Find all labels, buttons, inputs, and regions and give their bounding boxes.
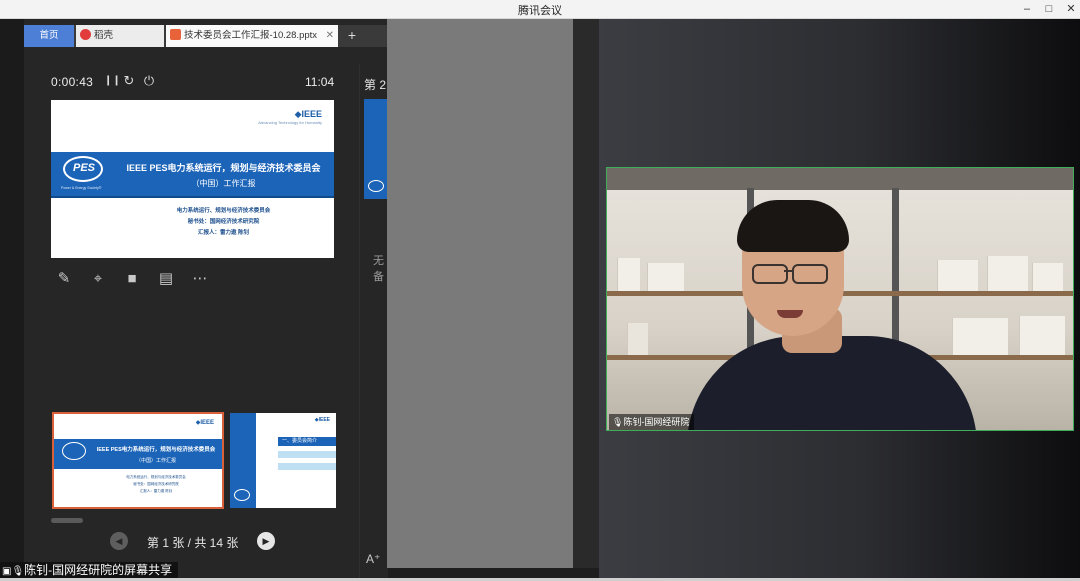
shelf-item (627, 323, 648, 355)
shelf-item (937, 260, 978, 291)
thumb2-ieee-logo: ◆IEEE (314, 417, 330, 423)
prev-slide-button[interactable]: ◀ (110, 532, 128, 550)
screen-share-text: 陈钊-国网经研院的屏幕共享 (24, 563, 173, 577)
window-titlebar: 腾讯会议 – □ ✕ (0, 0, 1080, 19)
restart-icon[interactable]: ↻ (122, 73, 136, 89)
more-icon[interactable]: ⋯ (190, 269, 210, 289)
close-button[interactable]: ✕ (1060, 0, 1080, 18)
thumb2-pes-logo (234, 489, 250, 501)
tab-home[interactable]: 首页 (24, 25, 74, 47)
tab-pptx[interactable]: 技术委员会工作汇报-10.28.pptx ✕ (166, 25, 338, 47)
shelf-item (987, 256, 1028, 291)
slide-thumbnail-2[interactable]: ◆IEEE 一、委员会简介 (230, 413, 336, 508)
ieee-logo-sub: Advancing Technology for Humanity (258, 120, 322, 125)
participant-name: 陈钊-国网经研院 (623, 417, 690, 427)
slide-subtitle-1: 电力系统运行、规划与经济技术委员会 (176, 208, 271, 214)
tab-close-icon[interactable]: ✕ (326, 25, 334, 47)
glasses-right-lens (792, 264, 828, 284)
shelf-item (647, 263, 684, 291)
thumb-sub2: 秘书处：国网经济技术研究院 (133, 482, 179, 486)
thumb-sub3: 汇报人：雷力遨 陈钊 (139, 489, 173, 493)
pes-logo-text: PES (73, 162, 96, 174)
shelf-item (617, 258, 640, 291)
slide-counter: 第 1 张 / 共 14 张 (147, 536, 239, 550)
next-slide-label: 第 2 (364, 78, 387, 92)
participant-video[interactable]: 🎙陈钊-国网经研院 (606, 167, 1074, 431)
elapsed-timer: 0:00:43 (51, 75, 94, 89)
shared-presenter-view: 首页 稻壳 技术委员会工作汇报-10.28.pptx ✕ + 0:00:43 ❙… (24, 19, 388, 579)
slide-title-line2: （中国）工作汇报 (191, 179, 256, 188)
thumb-title-line1: IEEE PES电力系统运行，规划与经济技术委员会 (96, 447, 216, 453)
shelf-item (1032, 263, 1063, 291)
next-slide-button[interactable]: ▶ (257, 532, 275, 550)
window-title: 腾讯会议 (518, 5, 562, 17)
current-slide: ◆IEEE Advancing Technology for Humanity … (51, 100, 334, 258)
comment-icon[interactable]: ▤ (156, 269, 176, 289)
shelf-item (952, 318, 1008, 355)
ieee-logo: ◆IEEE (294, 109, 322, 119)
left-margin (0, 19, 24, 579)
participant-name-tag: 🎙陈钊-国网经研院 (609, 414, 695, 430)
minimize-button[interactable]: – (1016, 0, 1038, 18)
clock: 11:04 (305, 75, 335, 89)
next-slide-pes-logo (368, 180, 384, 192)
slide-band-divider (51, 196, 334, 198)
glasses-bridge (784, 270, 792, 272)
person-mouth (777, 310, 803, 318)
pptx-icon (170, 29, 181, 40)
tab-docer[interactable]: 稻壳 (76, 25, 164, 47)
share-mic-icon: 🎙 (11, 566, 25, 577)
power-icon[interactable]: ⏻ (142, 73, 156, 89)
tab-pptx-label: 技术委员会工作汇报-10.28.pptx (184, 30, 318, 41)
next-slide-panel: 第 2 无备 A⁺ (359, 64, 388, 579)
pen-icon[interactable]: ✎ (54, 269, 74, 289)
slide-subtitle-2: 秘书处：国网经济技术研究院 (187, 219, 260, 225)
slide-title-line1: IEEE PES电力系统运行，规划与经济技术委员会 (126, 163, 321, 173)
font-size-icon[interactable]: A⁺ (366, 552, 380, 566)
pes-tagline: Power & Energy Society® (61, 186, 102, 190)
thumbnail-scrollbar[interactable] (51, 518, 83, 523)
panel-gap (573, 19, 599, 568)
laser-icon[interactable]: ⌖ (88, 269, 108, 289)
new-tab-button[interactable]: + (342, 25, 362, 47)
tab-bar: 首页 稻壳 技术委员会工作汇报-10.28.pptx ✕ + (24, 25, 387, 47)
thumb2-heading: 一、委员会简介 (282, 438, 318, 444)
thumb-pes-logo (62, 442, 86, 460)
thumb-ieee-logo: ◆IEEE (195, 420, 214, 426)
thumb2-item-bar-1 (278, 451, 336, 458)
glasses-left-lens (752, 264, 788, 284)
blank-video-panel (387, 19, 573, 568)
camera-icon[interactable]: ■ (122, 269, 142, 289)
screen-share-label: ▣🎙陈钊-国网经研院的屏幕共享 (0, 562, 179, 579)
thumb2-item-bar-2 (278, 463, 336, 470)
pause-icon[interactable]: ❙❙ (104, 73, 121, 89)
slide-subtitle-3: 汇报人：雷力遨 陈钊 (197, 230, 250, 236)
docer-icon (80, 29, 91, 40)
shelf-item (1019, 316, 1065, 355)
maximize-button[interactable]: □ (1038, 0, 1060, 18)
tab-docer-label: 稻壳 (94, 30, 114, 41)
mic-icon: 🎙 (612, 417, 624, 427)
notes-placeholder: 无备 (373, 255, 384, 283)
thumb-sub1: 电力系统运行、规划与经济技术委员会 (126, 475, 186, 479)
slide-thumbnail-1[interactable]: ◆IEEE IEEE PES电力系统运行，规划与经济技术委员会 （中国）工作汇报… (52, 412, 224, 509)
person-hair (737, 200, 849, 252)
thumb-title-line2: （中国）工作汇报 (135, 458, 176, 464)
tab-home-label: 首页 (39, 30, 59, 41)
video-ceiling (607, 168, 1073, 190)
